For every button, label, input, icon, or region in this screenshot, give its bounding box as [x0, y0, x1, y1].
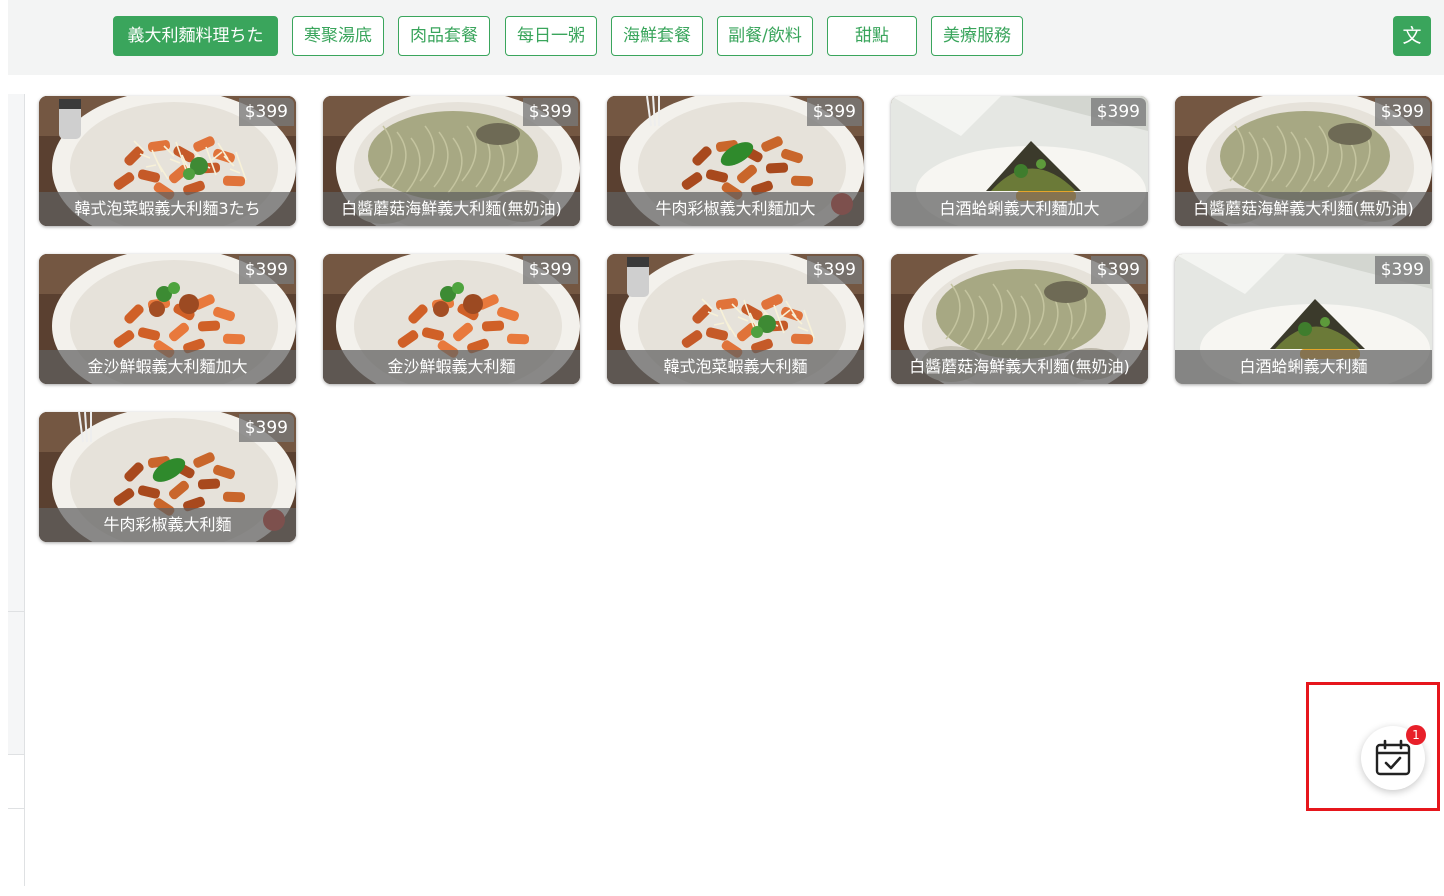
product-price: $399: [238, 414, 294, 442]
product-card[interactable]: $399 白醬蘑菇海鮮義大利麵(無奶油): [891, 254, 1148, 384]
category-tab[interactable]: 海鮮套餐: [611, 16, 703, 56]
sidebar-edge: [8, 94, 25, 754]
product-card[interactable]: $399 韓式泡菜蝦義大利麵: [607, 254, 864, 384]
product-name: 白醬蘑菇海鮮義大利麵(無奶油): [891, 350, 1148, 384]
calendar-check-icon: [1375, 739, 1411, 776]
product-price: $399: [522, 256, 578, 284]
product-price: $399: [806, 256, 862, 284]
product-card[interactable]: $399 白醬蘑菇海鮮義大利麵(無奶油): [1175, 96, 1432, 226]
product-name: 金沙鮮蝦義大利麵: [323, 350, 580, 384]
product-name: 韓式泡菜蝦義大利麵: [607, 350, 864, 384]
product-name: 金沙鮮蝦義大利麵加大: [39, 350, 296, 384]
product-name: 牛肉彩椒義大利麵加大: [607, 192, 864, 226]
product-name: 白醬蘑菇海鮮義大利麵(無奶油): [1175, 192, 1432, 226]
product-price: $399: [238, 256, 294, 284]
product-card[interactable]: $399 牛肉彩椒義大利麵加大: [607, 96, 864, 226]
category-tab[interactable]: 寒聚湯底: [292, 16, 384, 56]
product-name: 白酒蛤蜊義大利麵: [1175, 350, 1432, 384]
product-name: 白酒蛤蜊義大利麵加大: [891, 192, 1148, 226]
product-price: $399: [1374, 98, 1430, 126]
category-tab[interactable]: 甜點: [827, 16, 917, 56]
language-button[interactable]: 文: [1393, 16, 1431, 56]
product-price: $399: [1090, 256, 1146, 284]
product-name: 韓式泡菜蝦義大利麵3たち: [39, 192, 296, 226]
product-card[interactable]: $399 白酒蛤蜊義大利麵加大: [891, 96, 1148, 226]
category-tab[interactable]: 美療服務: [931, 16, 1023, 56]
product-card[interactable]: $399 韓式泡菜蝦義大利麵3たち: [39, 96, 296, 226]
product-price: $399: [806, 98, 862, 126]
sidebar-divider: [8, 611, 24, 612]
product-price: $399: [522, 98, 578, 126]
product-card[interactable]: $399 白醬蘑菇海鮮義大利麵(無奶油): [323, 96, 580, 226]
sidebar-divider: [8, 808, 24, 809]
category-tab[interactable]: 每日一粥: [505, 16, 597, 56]
product-price: $399: [1374, 256, 1430, 284]
category-tab[interactable]: 副餐/飲料: [717, 16, 813, 56]
product-card[interactable]: $399 金沙鮮蝦義大利麵: [323, 254, 580, 384]
sidebar-divider: [24, 94, 25, 886]
product-name: 牛肉彩椒義大利麵: [39, 508, 296, 542]
category-tab[interactable]: 肉品套餐: [398, 16, 490, 56]
sidebar-divider: [8, 754, 24, 755]
product-name: 白醬蘑菇海鮮義大利麵(無奶油): [323, 192, 580, 226]
cart-badge: 1: [1406, 725, 1426, 745]
category-tab[interactable]: 義大利麵料理ちた: [113, 16, 278, 56]
product-card[interactable]: $399 牛肉彩椒義大利麵: [39, 412, 296, 542]
product-price: $399: [1090, 98, 1146, 126]
product-card[interactable]: $399 白酒蛤蜊義大利麵: [1175, 254, 1432, 384]
product-price: $399: [238, 98, 294, 126]
product-card[interactable]: $399 金沙鮮蝦義大利麵加大: [39, 254, 296, 384]
